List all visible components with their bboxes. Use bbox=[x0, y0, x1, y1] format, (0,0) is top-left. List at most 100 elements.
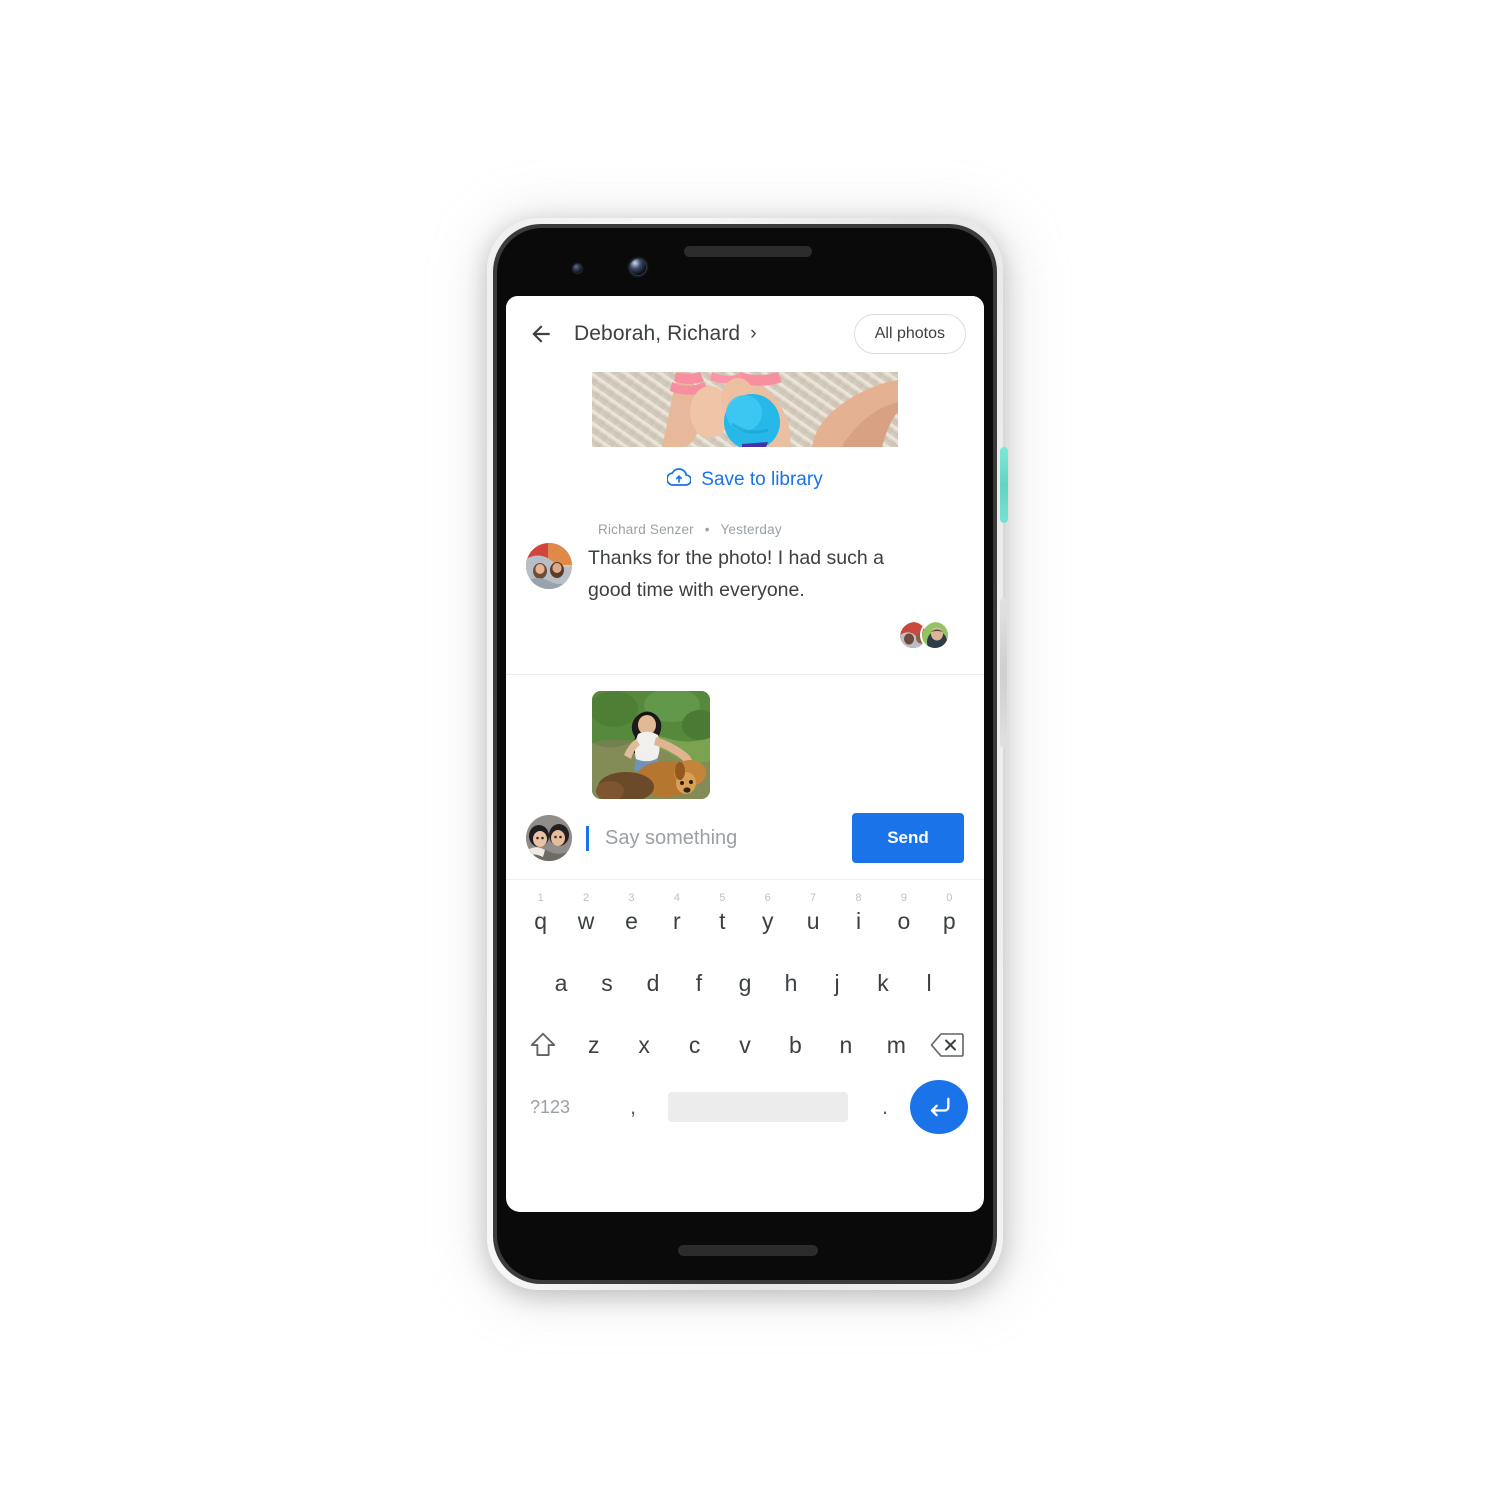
key-i-label: i bbox=[855, 907, 862, 934]
key-y-number: 6 bbox=[764, 892, 771, 905]
key-u-number: 7 bbox=[810, 892, 817, 905]
key-a-label: a bbox=[554, 969, 568, 996]
composer-user-avatar[interactable] bbox=[526, 815, 572, 862]
key-t-number: 5 bbox=[719, 892, 726, 905]
key-x[interactable]: x bbox=[619, 1014, 669, 1076]
key-u[interactable]: 7u bbox=[790, 890, 835, 952]
key-b-label: b bbox=[789, 1031, 802, 1058]
key-o[interactable]: 9o bbox=[881, 890, 926, 952]
key-v[interactable]: v bbox=[720, 1014, 770, 1076]
key-t-label: t bbox=[719, 907, 726, 934]
key-s-label: s bbox=[601, 969, 613, 996]
front-camera-primary-icon bbox=[630, 259, 646, 275]
on-screen-keyboard: 1q 2w 3e 4r 5t 6y 7u 8i 9o 0p a s d f g … bbox=[506, 879, 984, 1153]
meta-separator: • bbox=[704, 522, 710, 537]
key-z-label: z bbox=[587, 1031, 600, 1058]
key-i-number: 8 bbox=[855, 892, 862, 905]
chevron-right-icon[interactable]: › bbox=[750, 323, 756, 345]
key-k-label: k bbox=[877, 969, 889, 996]
key-p[interactable]: 0p bbox=[927, 890, 972, 952]
key-g[interactable]: g bbox=[722, 952, 768, 1014]
key-f-label: f bbox=[695, 969, 703, 996]
message-row: Thanks for the photo! I had such a good … bbox=[526, 543, 964, 606]
key-w-label: w bbox=[577, 907, 595, 934]
page-title: Deborah, Richard bbox=[574, 322, 741, 345]
bottom-speaker-grille bbox=[678, 1245, 818, 1256]
key-v-label: v bbox=[739, 1031, 751, 1058]
key-c[interactable]: c bbox=[669, 1014, 719, 1076]
key-x-label: x bbox=[638, 1031, 650, 1058]
message-timestamp: Yesterday bbox=[720, 522, 782, 537]
comma-key[interactable]: , bbox=[610, 1094, 656, 1120]
send-button[interactable]: Send bbox=[852, 813, 964, 864]
key-p-number: 0 bbox=[946, 892, 953, 905]
space-key[interactable] bbox=[668, 1092, 848, 1123]
message-body: Thanks for the photo! I had such a good … bbox=[588, 547, 884, 601]
keyboard-row-3: z x c v b n m bbox=[518, 1014, 972, 1076]
front-camera-secondary-icon bbox=[573, 264, 582, 273]
message-author-avatar[interactable] bbox=[526, 543, 572, 589]
key-n-label: n bbox=[839, 1031, 853, 1058]
keyboard-row-4: ?123 , . bbox=[518, 1076, 972, 1138]
key-q[interactable]: 1q bbox=[518, 890, 563, 952]
key-j[interactable]: j bbox=[814, 952, 860, 1014]
key-t[interactable]: 5t bbox=[700, 890, 745, 952]
key-d[interactable]: d bbox=[630, 952, 676, 1014]
key-q-number: 1 bbox=[537, 892, 544, 905]
app-header: Deborah, Richard › All photos bbox=[506, 296, 984, 372]
shift-key[interactable] bbox=[518, 1030, 568, 1060]
key-j-label: j bbox=[834, 969, 840, 996]
key-g-label: g bbox=[738, 969, 752, 996]
key-h-label: h bbox=[784, 969, 798, 996]
backspace-key[interactable] bbox=[922, 1032, 972, 1058]
message-author: Richard Senzer bbox=[598, 522, 694, 537]
key-u-label: u bbox=[806, 907, 820, 934]
key-f[interactable]: f bbox=[676, 952, 722, 1014]
key-e[interactable]: 3e bbox=[609, 890, 654, 952]
message-meta: Richard Senzer • Yesterday bbox=[598, 522, 964, 537]
keyboard-row-2: a s d f g h j k l bbox=[518, 952, 972, 1014]
key-r-number: 4 bbox=[673, 892, 680, 905]
shared-photo-image[interactable] bbox=[592, 372, 898, 447]
key-d-label: d bbox=[646, 969, 660, 996]
period-key[interactable]: . bbox=[860, 1094, 910, 1120]
all-photos-button[interactable]: All photos bbox=[853, 314, 966, 354]
enter-key[interactable] bbox=[910, 1080, 968, 1135]
message-input[interactable]: Say something bbox=[605, 827, 838, 850]
shared-photo-card: Save to library bbox=[506, 372, 984, 516]
key-l-label: l bbox=[926, 969, 932, 996]
message-item: Richard Senzer • Yesterday Thanks for th… bbox=[506, 516, 984, 666]
key-s[interactable]: s bbox=[584, 952, 630, 1014]
key-z[interactable]: z bbox=[568, 1014, 618, 1076]
save-to-library-button[interactable]: Save to library bbox=[506, 447, 984, 516]
back-arrow-icon[interactable] bbox=[524, 317, 558, 351]
attached-photo-thumbnail[interactable] bbox=[592, 691, 710, 800]
volume-rocker-button[interactable] bbox=[1000, 598, 1007, 748]
screenshot-canvas: Deborah, Richard › All photos Save to li… bbox=[0, 0, 1500, 1500]
key-e-label: e bbox=[625, 907, 638, 934]
key-k[interactable]: k bbox=[860, 952, 906, 1014]
message-composer: Say something Send bbox=[506, 675, 984, 879]
reaction-avatar-2[interactable] bbox=[920, 620, 950, 651]
cloud-upload-icon bbox=[666, 465, 693, 494]
key-n[interactable]: n bbox=[821, 1014, 871, 1076]
key-y-label: y bbox=[761, 907, 774, 934]
power-button[interactable] bbox=[1000, 447, 1008, 523]
key-a[interactable]: a bbox=[538, 952, 584, 1014]
key-w[interactable]: 2w bbox=[563, 890, 608, 952]
key-l[interactable]: l bbox=[906, 952, 952, 1014]
key-h[interactable]: h bbox=[768, 952, 814, 1014]
keyboard-row-1: 1q 2w 3e 4r 5t 6y 7u 8i 9o 0p bbox=[518, 890, 972, 952]
key-y[interactable]: 6y bbox=[745, 890, 790, 952]
key-q-label: q bbox=[534, 907, 548, 934]
key-c-label: c bbox=[688, 1031, 701, 1058]
save-to-library-label: Save to library bbox=[701, 468, 823, 490]
message-reactions bbox=[526, 606, 964, 656]
key-r-label: r bbox=[673, 907, 681, 934]
symbols-key[interactable]: ?123 bbox=[522, 1097, 610, 1118]
key-i[interactable]: 8i bbox=[836, 890, 881, 952]
key-b[interactable]: b bbox=[770, 1014, 820, 1076]
key-m[interactable]: m bbox=[871, 1014, 921, 1076]
key-r[interactable]: 4r bbox=[654, 890, 699, 952]
key-o-number: 9 bbox=[900, 892, 907, 905]
